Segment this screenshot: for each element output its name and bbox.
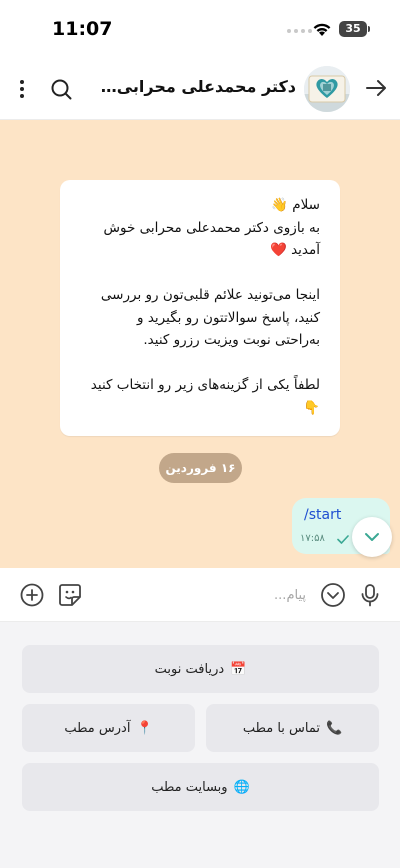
website-button[interactable]: 🌐 وبسایت مطب	[22, 763, 379, 811]
wifi-icon	[313, 23, 331, 36]
address-button[interactable]: 📍 آدرس مطب	[22, 704, 195, 752]
search-icon[interactable]	[49, 77, 73, 101]
chat-title[interactable]: دکتر محمدعلی محرابی | فوق ...	[96, 77, 296, 96]
avatar[interactable]	[304, 66, 350, 112]
phone-icon: 📞	[326, 720, 343, 736]
message-line	[76, 352, 320, 375]
microphone-icon[interactable]	[359, 583, 381, 607]
status-bar: 11:07 35	[0, 0, 400, 58]
message-line	[76, 262, 320, 285]
globe-icon: 🌐	[233, 779, 250, 795]
message-line: به بازوی دکتر محمدعلی محرابی خوش	[103, 219, 320, 236]
check-icon	[337, 535, 349, 544]
calendar-icon: 📅	[230, 661, 247, 677]
contact-label: تماس با مطب	[242, 720, 321, 736]
chat-area[interactable]: سلام 👋 به بازوی دکتر محمدعلی محرابی خوش …	[0, 120, 400, 568]
more-vertical-icon[interactable]	[17, 78, 27, 100]
message-input[interactable]	[110, 581, 306, 609]
booking-label: دریافت نوبت	[154, 661, 225, 677]
battery-icon: 35	[339, 21, 367, 37]
input-bar	[0, 568, 400, 622]
message-line: آمدید ❤️	[269, 242, 320, 258]
status-time: 11:07	[52, 18, 113, 40]
outgoing-text[interactable]: /start	[304, 507, 341, 523]
message-line: به‌راحتی نوبت ویزیت رزرو کنید.	[143, 332, 320, 348]
sticker-icon[interactable]	[58, 582, 82, 608]
signal-dots	[287, 29, 312, 33]
date-chip: ۱۶ فروردین	[159, 453, 242, 483]
battery-level: 35	[345, 22, 361, 35]
message-line: کنید، پاسخ سوالاتتون رو بگیرید و	[137, 309, 320, 326]
incoming-message: سلام 👋 به بازوی دکتر محمدعلی محرابی خوش …	[60, 180, 340, 436]
address-label: آدرس مطب	[64, 720, 131, 736]
emoji-icon[interactable]	[320, 582, 346, 608]
message-line: اینجا می‌تونید علائم قلبی‌تون رو بررسی	[100, 287, 320, 303]
back-arrow-icon[interactable]	[364, 77, 388, 99]
message-line: 👇	[303, 399, 320, 416]
booking-button[interactable]: 📅 دریافت نوبت	[22, 645, 379, 693]
message-line: لطفاً یکی از گزینه‌های زیر رو انتخاب کنی…	[90, 377, 320, 393]
scroll-down-button[interactable]	[352, 517, 392, 557]
message-time: ۱۷:۵۸	[300, 533, 325, 544]
add-icon[interactable]	[20, 583, 44, 607]
contact-button[interactable]: 📞 تماس با مطب	[206, 704, 379, 752]
bot-keyboard: 📅 دریافت نوبت 📞 تماس با مطب 📍 آدرس مطب 🌐…	[0, 622, 400, 868]
location-pin-icon: 📍	[136, 720, 153, 736]
battery-cap	[368, 26, 370, 32]
message-line: سلام 👋	[271, 197, 320, 213]
avatar-image	[304, 66, 350, 112]
chevron-down-icon	[365, 533, 379, 541]
website-label: وبسایت مطب	[151, 779, 228, 795]
chat-header: دکتر محمدعلی محرابی | فوق ...	[0, 58, 400, 120]
